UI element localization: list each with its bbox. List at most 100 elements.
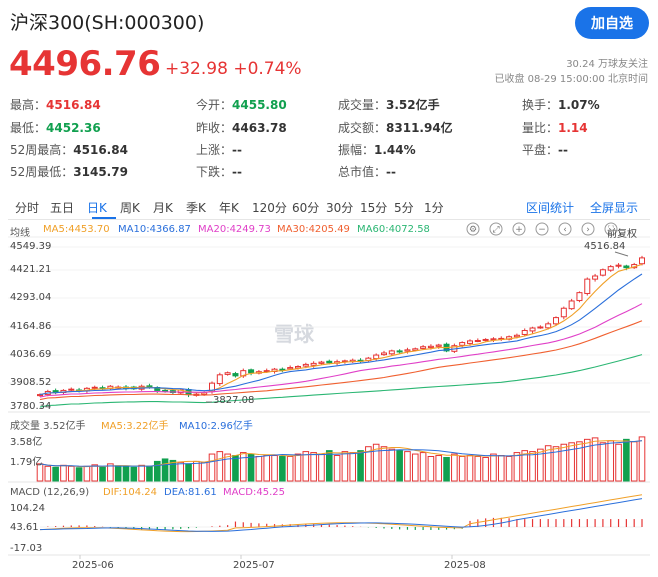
kline-y-tick: 4164.86	[10, 321, 52, 332]
volume-bar	[623, 438, 630, 482]
volume-y-tick: 1.79亿	[10, 457, 43, 468]
expand-icon-glyph: ⤢	[491, 225, 499, 235]
macd-y-tick: -17.03	[10, 543, 43, 554]
volume-bar	[247, 453, 255, 482]
kline-y-tick: 3908.52	[10, 377, 52, 388]
macd-y-tick: 104.24	[10, 503, 45, 514]
volume-bar	[44, 465, 52, 482]
volume-bar	[458, 456, 466, 482]
volume-bar	[52, 466, 59, 482]
volume-bar	[271, 455, 278, 482]
volume-bar	[153, 460, 161, 482]
candle-body	[529, 327, 536, 332]
x-axis-label: 2025-06	[72, 560, 114, 571]
volume-bar	[286, 456, 294, 482]
kline-y-tick: 4036.69	[10, 349, 52, 360]
volume-bar	[411, 453, 419, 482]
volume-bar	[263, 454, 271, 482]
candle-body	[404, 349, 411, 352]
add-icon-glyph: +	[515, 225, 523, 235]
volume-bar	[560, 443, 568, 482]
volume-bar	[568, 442, 575, 482]
volume-ma10-legend: MA10:2.96亿手	[179, 421, 253, 432]
dif-line	[39, 494, 643, 533]
volume-bar	[60, 464, 67, 482]
candle-body	[287, 367, 294, 370]
kline-y-tick: 4549.39	[10, 241, 52, 252]
candle-body	[91, 386, 98, 389]
candle-body	[513, 334, 520, 338]
volume-bar	[224, 453, 231, 482]
volume-bar	[75, 467, 83, 482]
volume-bar	[177, 461, 185, 482]
candle-body	[584, 278, 591, 294]
macd-value-legend: MACD:45.25	[223, 487, 285, 498]
volume-bar	[380, 446, 388, 482]
candle-body	[459, 342, 466, 346]
x-axis-label: 2025-08	[444, 560, 486, 571]
candle-body	[435, 344, 442, 347]
high-price-label: 4516.84	[584, 241, 626, 252]
volume-bar	[451, 453, 458, 482]
candle-body	[615, 264, 622, 267]
volume-bar	[615, 443, 622, 482]
volume-bar	[294, 453, 302, 482]
candle-body	[537, 326, 544, 329]
volume-bar	[161, 458, 169, 482]
volume-bar	[474, 456, 482, 482]
candle-body	[302, 363, 309, 367]
volume-bar	[349, 452, 357, 482]
macd-y-tick: 43.61	[10, 522, 39, 533]
candle-body	[568, 300, 575, 310]
x-axis-label: 2025-07	[233, 560, 275, 571]
dea-legend: DEA:81.61	[164, 487, 217, 498]
volume-ma10-line	[39, 440, 643, 467]
volume-bar	[490, 453, 497, 482]
volume-bar	[638, 436, 646, 482]
volume-bar	[239, 452, 247, 482]
prev-icon-glyph: ‹	[563, 225, 567, 235]
volume-bar	[341, 451, 349, 482]
candle-body	[623, 265, 630, 269]
adjust-mode-label[interactable]: 前复权	[607, 225, 637, 240]
candle-body	[310, 362, 317, 366]
volume-bar	[318, 453, 325, 482]
volume-ma5-legend: MA5:3.22亿手	[101, 421, 169, 432]
kline-y-tick: 4293.04	[10, 292, 52, 303]
volume-bar	[193, 460, 200, 482]
volume-bar	[99, 466, 106, 482]
candle-body	[420, 346, 427, 349]
low-price-label: 3827.08	[213, 395, 255, 406]
macd-legend-label: MACD (12,26,9)	[10, 487, 90, 498]
candle-body	[381, 352, 387, 356]
settings-icon-glyph: ⚙	[469, 225, 477, 235]
volume-bar	[513, 452, 521, 482]
volume-bar	[200, 461, 208, 482]
volume-y-tick: 3.58亿	[10, 437, 43, 448]
dea-line	[39, 498, 643, 532]
candle-body	[474, 339, 481, 342]
volume-bar	[419, 452, 427, 482]
candle-body	[560, 307, 567, 318]
kline-y-tick: 4421.21	[10, 264, 52, 275]
candle-body	[146, 385, 153, 388]
volume-bar	[529, 451, 536, 482]
volume-bar	[169, 459, 177, 482]
volume-bar	[185, 463, 192, 482]
volume-bar	[466, 455, 474, 482]
candle-body	[607, 266, 614, 271]
stock-chart[interactable]: ⚙ ⤢ + − ‹ › ⛶	[0, 0, 658, 577]
volume-legend-label: 成交量 3.52亿手	[10, 421, 86, 432]
dif-legend: DIF:104.24	[103, 487, 157, 498]
candle-body	[576, 292, 583, 302]
candle-body	[427, 345, 434, 349]
volume-bar	[114, 465, 122, 482]
candle-body	[373, 354, 380, 360]
candle-body	[52, 390, 59, 393]
volume-bar	[357, 450, 364, 482]
volume-bar	[279, 456, 286, 482]
volume-bar	[91, 464, 99, 482]
volume-bar	[607, 440, 615, 482]
candle-body	[412, 348, 419, 351]
candle-body	[388, 350, 395, 355]
